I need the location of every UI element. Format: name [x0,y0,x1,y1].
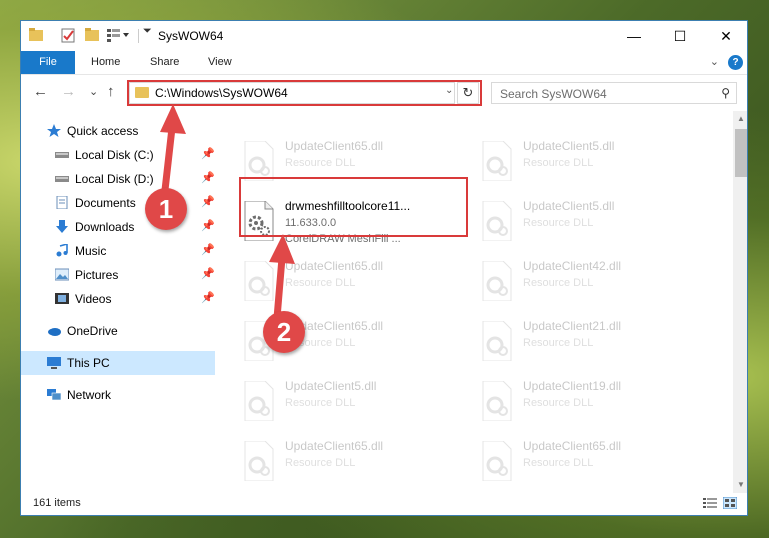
step-1-badge: 1 [145,188,187,230]
arrow-head-address [160,104,186,134]
step-2-badge: 2 [263,311,305,353]
annotation-arrows [160,104,295,322]
arrow-to-file [273,254,286,322]
arrow-to-address-bar [161,124,176,194]
arrow-head-file [269,234,295,264]
